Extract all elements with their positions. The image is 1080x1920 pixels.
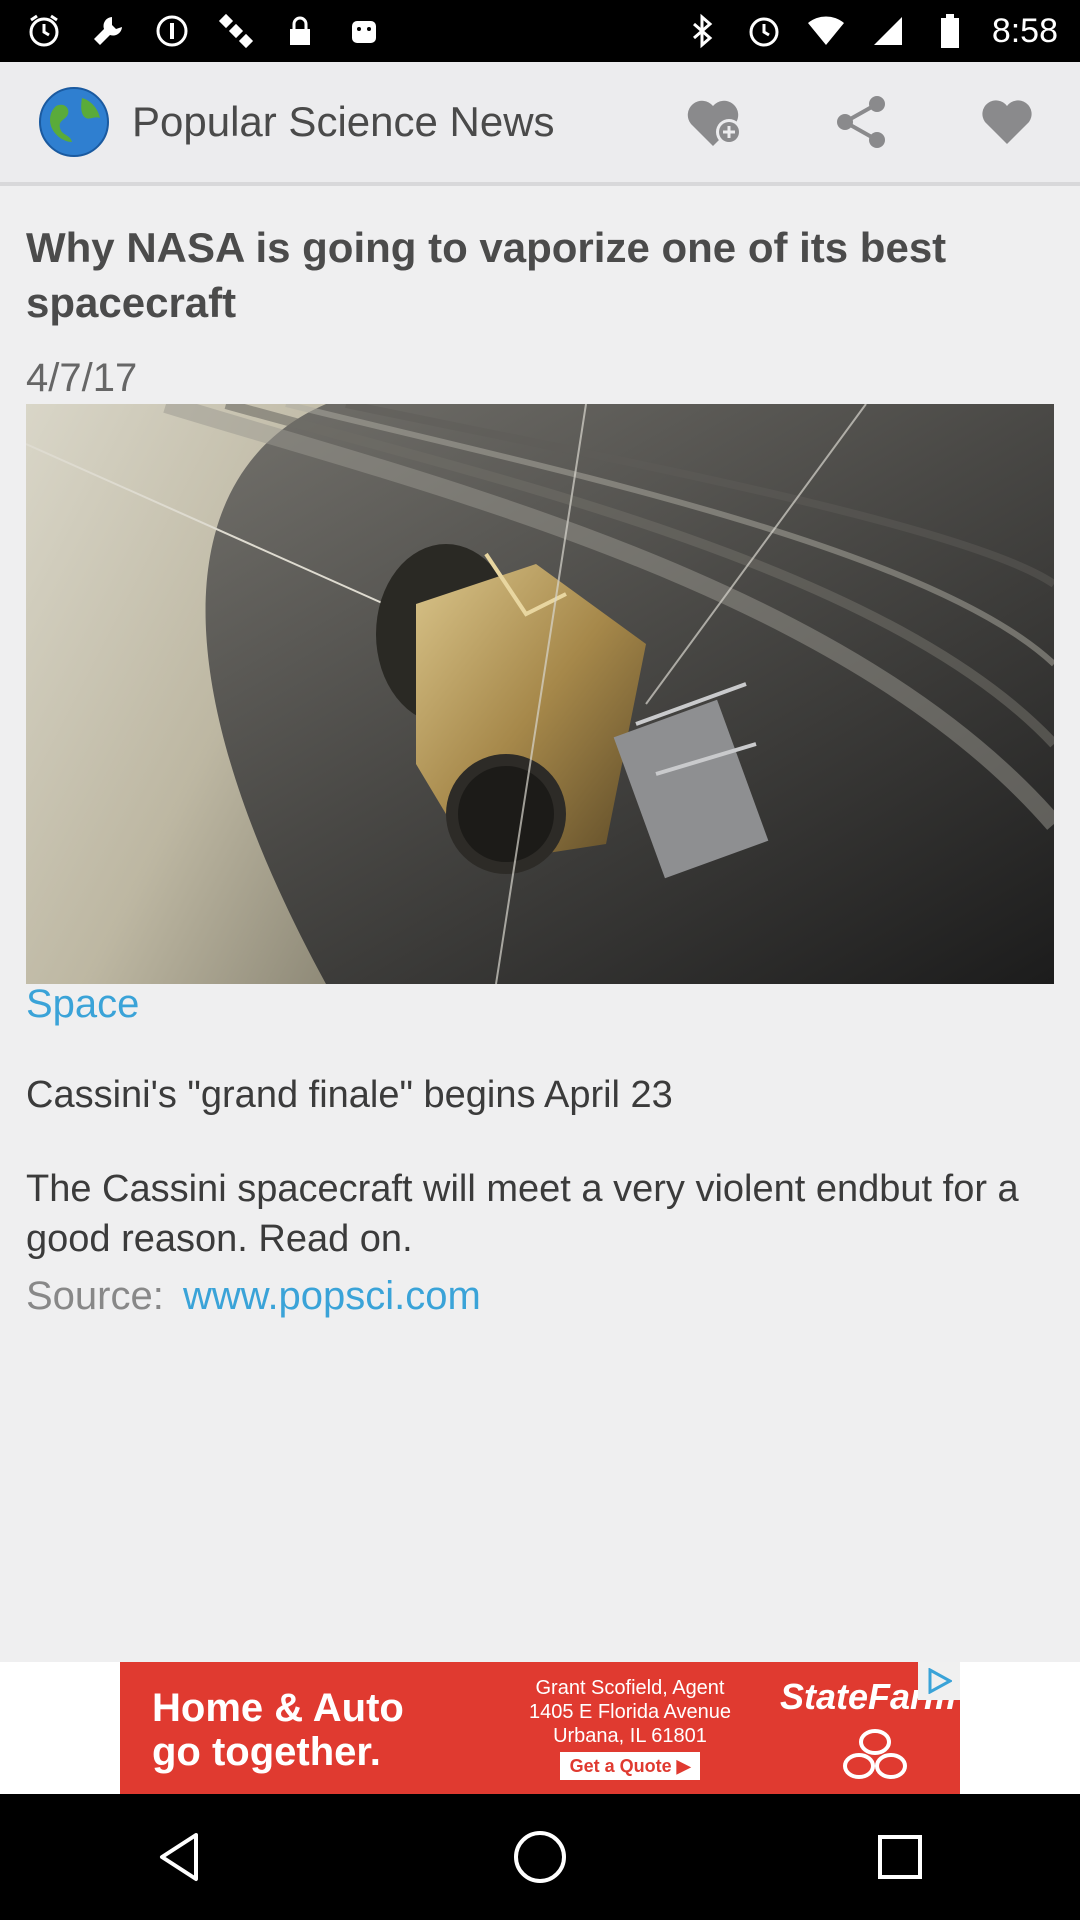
ad-headline-line1: Home & Auto [152, 1686, 404, 1730]
favorite-add-icon[interactable] [642, 60, 788, 184]
alarm-icon [744, 11, 784, 51]
share-icon[interactable] [788, 60, 934, 184]
article-image[interactable] [26, 404, 1054, 984]
ad-strip: Home & Auto go together. Grant Scofield,… [0, 1662, 1080, 1794]
article-summary: The Cassini spacecraft will meet a very … [26, 1168, 1019, 1260]
ad-agent-name: Grant Scofield, Agent [535, 1677, 725, 1699]
signal-icon [868, 11, 908, 51]
article-content: Why NASA is going to vaporize one of its… [0, 186, 1080, 1662]
home-icon[interactable] [480, 1797, 600, 1917]
category-link[interactable]: Space [26, 982, 139, 1027]
ad-cta-button[interactable]: Get a Quote ▶ [559, 1752, 701, 1780]
heart-icon[interactable] [934, 60, 1080, 184]
wifi-icon [806, 11, 846, 51]
article-subtitle: Cassini's "grand finale" begins April 23 [26, 1074, 673, 1116]
recents-icon[interactable] [840, 1797, 960, 1917]
ad-headline-line2: go together. [152, 1730, 381, 1774]
app-title: Popular Science News [132, 98, 555, 145]
info-icon [152, 11, 192, 51]
ad-agent-city: Urbana, IL 61801 [553, 1725, 707, 1747]
source-label: Source: [26, 1274, 164, 1318]
article-date: 4/7/17 [26, 356, 138, 400]
system-nav-bar [0, 1794, 1080, 1920]
globe-logo-icon [36, 84, 112, 160]
article-headline: Why NASA is going to vaporize one of its… [26, 224, 947, 326]
ad-agent-address: 1405 E Florida Avenue [528, 1701, 731, 1723]
alarm-icon [24, 11, 64, 51]
ad-choices-icon[interactable] [918, 1662, 960, 1700]
app-bar: Popular Science News [0, 62, 1080, 186]
ad-banner[interactable]: Home & Auto go together. Grant Scofield,… [120, 1662, 960, 1794]
clock: 8:58 [991, 11, 1058, 50]
source-line: Source: www.popsci.com [26, 1274, 481, 1319]
wrench-icon [88, 11, 128, 51]
bluetooth-icon [682, 11, 722, 51]
battery-icon [930, 11, 970, 51]
android-icon [344, 11, 384, 51]
statefarm-logo-icon [843, 1729, 907, 1779]
back-icon[interactable] [120, 1797, 240, 1917]
status-bar: 8:58 [0, 0, 1080, 62]
satellite-icon [216, 11, 256, 51]
lock-icon [280, 11, 320, 51]
source-link[interactable]: www.popsci.com [183, 1274, 481, 1318]
